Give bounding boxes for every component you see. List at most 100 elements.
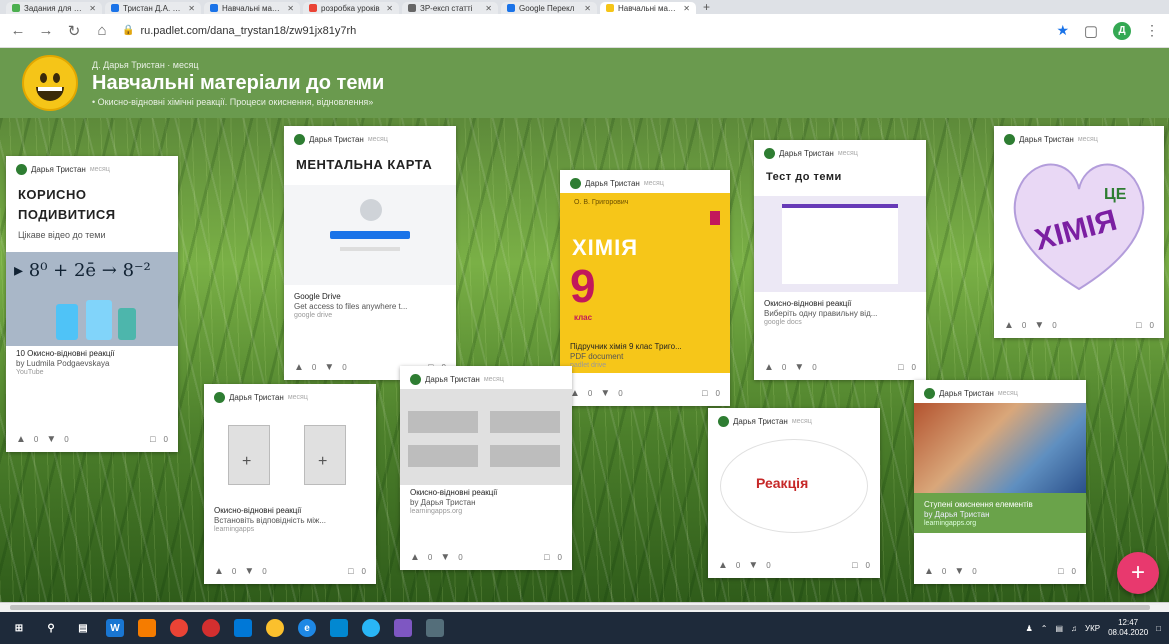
close-tab-icon[interactable]: ✕: [386, 4, 393, 13]
telegram-icon[interactable]: [362, 619, 380, 637]
comment-icon[interactable]: □: [150, 434, 155, 444]
notifications-icon[interactable]: □: [1156, 624, 1161, 633]
thumbs-down-icon[interactable]: ▼: [794, 362, 804, 373]
search-icon[interactable]: ⚲: [42, 619, 60, 637]
app-icon[interactable]: W: [106, 619, 124, 637]
browser-tab[interactable]: Google Перекл ✕: [501, 2, 597, 14]
reload-icon[interactable]: ↻: [66, 22, 82, 40]
post-card[interactable]: Дарья Тристан месяц О. В. Григорович ХІМ…: [560, 170, 730, 406]
comment-icon[interactable]: □: [348, 566, 353, 576]
thumbs-down-icon[interactable]: ▼: [1034, 320, 1044, 331]
browser-tab[interactable]: Навчальні матер ✕: [600, 2, 696, 14]
home-icon[interactable]: ⌂: [94, 22, 110, 39]
app-icon[interactable]: [426, 619, 444, 637]
google-form-preview[interactable]: [754, 195, 926, 292]
people-icon[interactable]: ♟: [1026, 624, 1033, 633]
thumbs-up-icon[interactable]: ▲: [214, 566, 224, 577]
profile-avatar[interactable]: Д: [1113, 21, 1131, 40]
windows-start-icon[interactable]: ⊞: [10, 619, 28, 637]
attachment-title[interactable]: Окисно-відновні реакції: [754, 296, 926, 308]
thumbs-down-icon[interactable]: ▼: [324, 362, 334, 373]
browser-menu-icon[interactable]: ⋮: [1145, 22, 1159, 39]
post-card[interactable]: Дарья Тристан месяц Реакція ▲ 0 ▼ 0 □ 0: [708, 408, 880, 578]
post-card[interactable]: Дарья Тристан месяц ХІМІЯ ЦЕ ▲ 0 ▼ 0 □ 0: [994, 126, 1164, 338]
thumbs-up-icon[interactable]: ▲: [924, 566, 934, 577]
url-field[interactable]: 🔒 ru.padlet.com/dana_trystan18/zw91jx81y…: [122, 25, 1044, 37]
attachment-title[interactable]: Google Drive: [284, 289, 456, 301]
avatar: [570, 178, 581, 189]
forward-icon[interactable]: →: [38, 22, 54, 39]
textbook-cover-image[interactable]: О. В. Григорович ХІМІЯ 9 клас Підручник …: [560, 193, 730, 373]
browser-tab[interactable]: Навчальні матер ✕: [204, 2, 300, 14]
word-cloud-image[interactable]: Реакція: [708, 431, 880, 541]
thumbs-up-icon[interactable]: ▲: [410, 552, 420, 563]
close-tab-icon[interactable]: ✕: [89, 4, 96, 13]
close-tab-icon[interactable]: ✕: [485, 4, 492, 13]
thumbs-down-icon[interactable]: ▼: [748, 560, 758, 571]
clock[interactable]: 12:47 08.04.2020: [1108, 618, 1148, 637]
thumbs-down-icon[interactable]: ▼: [244, 566, 254, 577]
post-card[interactable]: Дарья Тристан месяц Тест до теми Окисно-…: [754, 140, 926, 380]
app-icon[interactable]: [266, 619, 284, 637]
horizontal-scrollbar[interactable]: [0, 602, 1169, 612]
close-tab-icon[interactable]: ✕: [287, 4, 294, 13]
app-icon[interactable]: [138, 619, 156, 637]
thumbs-up-icon[interactable]: ▲: [294, 362, 304, 373]
comment-icon[interactable]: □: [702, 388, 707, 398]
chrome-icon[interactable]: [170, 619, 188, 637]
thumbs-up-icon[interactable]: ▲: [718, 560, 728, 571]
google-drive-preview[interactable]: [284, 184, 456, 285]
word-cloud-heart-image[interactable]: ХІМІЯ ЦЕ: [994, 149, 1164, 299]
thumbs-up-icon[interactable]: ▲: [764, 362, 774, 373]
edge-icon[interactable]: e: [298, 619, 316, 637]
comment-icon[interactable]: □: [1136, 320, 1141, 330]
avatar: [718, 416, 729, 427]
close-tab-icon[interactable]: ✕: [683, 4, 690, 13]
store-icon[interactable]: [234, 619, 252, 637]
back-icon[interactable]: ←: [10, 22, 26, 39]
video-thumbnail[interactable]: ▸ 8⁰ + 2ē → 8⁻²: [6, 252, 178, 346]
thumbs-down-icon[interactable]: ▼: [600, 388, 610, 399]
post-card[interactable]: Дарья Тристан месяц КОРИСНО ПОДИВИТИСЯ Ц…: [6, 156, 178, 452]
post-card[interactable]: Дарья Тристан месяц Окисно-відновні реак…: [400, 366, 572, 570]
mail-icon[interactable]: [330, 619, 348, 637]
chevron-up-icon[interactable]: ⌃: [1041, 624, 1048, 633]
opera-icon[interactable]: [202, 619, 220, 637]
learningapps-preview[interactable]: + +: [204, 407, 376, 503]
attachment-title[interactable]: Ступені окиснення елементів: [914, 497, 1086, 509]
thumbs-up-icon[interactable]: ▲: [1004, 320, 1014, 331]
thumbs-up-icon[interactable]: ▲: [16, 434, 26, 445]
post-card[interactable]: Дарья Тристан месяц + + Окисно-відновні …: [204, 384, 376, 584]
browser-tab[interactable]: розробка уроків ✕: [303, 2, 399, 14]
post-card[interactable]: Дарья Тристан месяц Ступені окиснення ел…: [914, 380, 1086, 584]
learningapps-grid-preview[interactable]: [400, 389, 572, 485]
comment-icon[interactable]: □: [898, 362, 903, 372]
bookmark-star-icon[interactable]: ★: [1056, 22, 1069, 39]
close-tab-icon[interactable]: ✕: [584, 4, 591, 13]
task-view-icon[interactable]: ▤: [74, 619, 92, 637]
thumbs-down-icon[interactable]: ▼: [46, 434, 56, 445]
volume-icon[interactable]: ♫: [1071, 624, 1077, 633]
language-indicator[interactable]: УКР: [1085, 624, 1100, 633]
comment-icon[interactable]: □: [852, 560, 857, 570]
close-tab-icon[interactable]: ✕: [188, 4, 195, 13]
attachment-title[interactable]: Окисно-відновні реакції: [400, 485, 572, 497]
new-tab-button[interactable]: +: [703, 0, 710, 14]
app-icon[interactable]: [394, 619, 412, 637]
thumbs-down-icon[interactable]: ▼: [440, 552, 450, 563]
extension-icon[interactable]: ▢: [1083, 22, 1099, 40]
post-card[interactable]: Дарья Тристан месяц МЕНТАЛЬНА КАРТА Goog…: [284, 126, 456, 380]
attachment-title[interactable]: 10 Окисно-відновні реакції: [6, 346, 178, 358]
reaction-bar: ▲ 0 ▼ 0 □ 0: [708, 552, 880, 578]
lab-glassware-image[interactable]: [914, 403, 1086, 493]
add-post-button[interactable]: +: [1117, 552, 1159, 594]
comment-icon[interactable]: □: [1058, 566, 1063, 576]
attachment-title[interactable]: Підручник хімія 9 клас Триго...: [560, 339, 730, 351]
attachment-title[interactable]: Окисно-відновні реакції: [204, 503, 376, 515]
thumbs-down-icon[interactable]: ▼: [954, 566, 964, 577]
browser-tab[interactable]: ЗР-експ статті ✕: [402, 2, 498, 14]
browser-tab[interactable]: Тристан Д.А. Тест ✕: [105, 2, 201, 14]
comment-icon[interactable]: □: [544, 552, 549, 562]
network-icon[interactable]: ▤: [1055, 624, 1063, 633]
browser-tab[interactable]: Задания для суп ✕: [6, 2, 102, 14]
